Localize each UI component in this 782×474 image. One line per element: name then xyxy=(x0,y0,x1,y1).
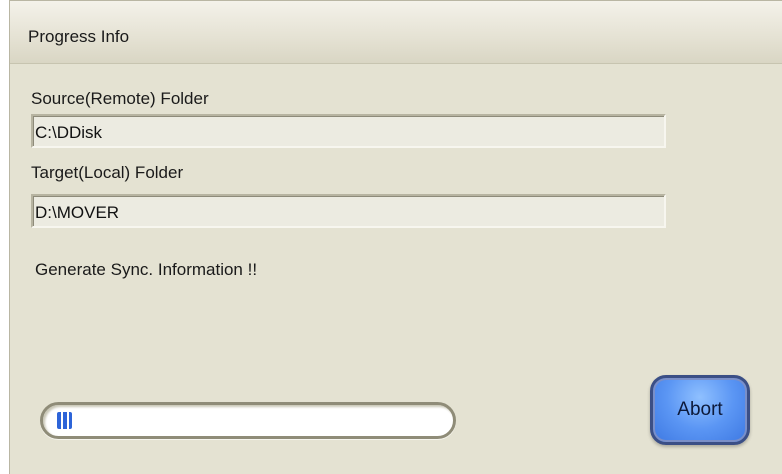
status-text: Generate Sync. Information !! xyxy=(35,260,258,279)
progress-fill xyxy=(57,412,72,429)
dialog-title: Progress Info xyxy=(28,27,130,46)
source-folder-field[interactable] xyxy=(31,114,666,148)
abort-button[interactable]: Abort xyxy=(650,375,750,445)
title-bar: Progress Info xyxy=(10,1,782,64)
progress-info-dialog: Progress Info Source(Remote) Folder Targ… xyxy=(9,0,782,474)
progress-bar xyxy=(40,402,456,439)
source-folder-label: Source(Remote) Folder xyxy=(31,89,209,108)
target-folder-label: Target(Local) Folder xyxy=(31,163,184,182)
target-folder-field[interactable] xyxy=(31,194,666,228)
